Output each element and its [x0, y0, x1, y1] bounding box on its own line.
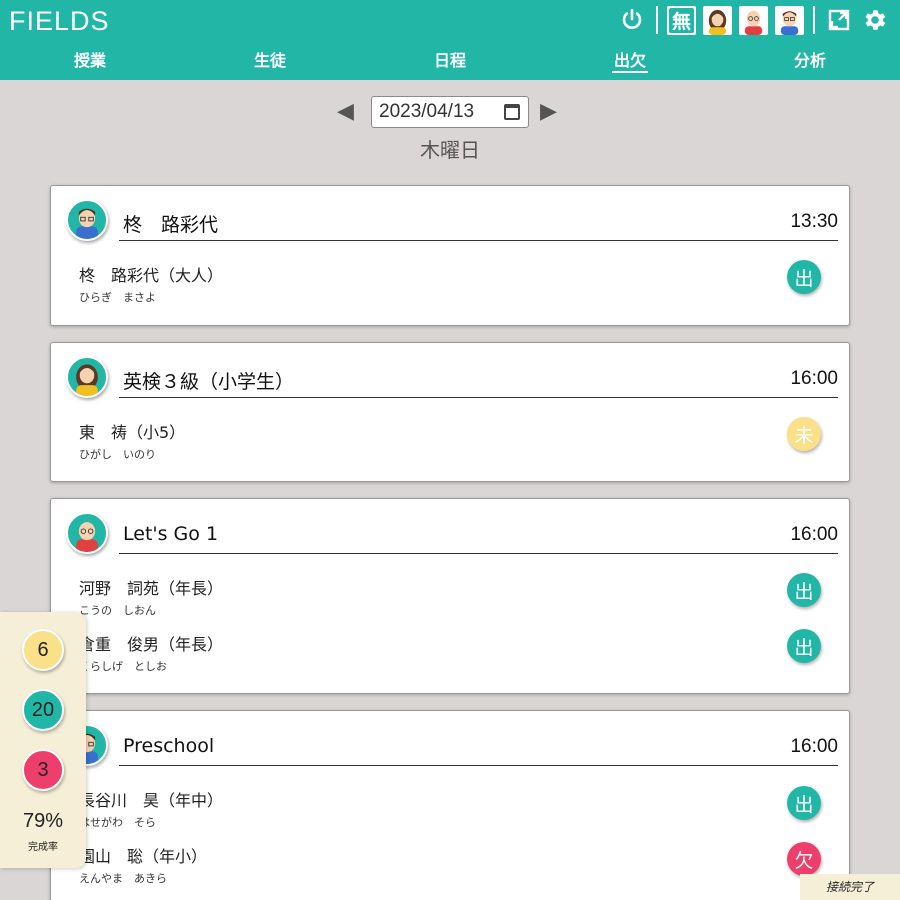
next-day-button[interactable]: ▶ — [540, 96, 557, 128]
absent-count-badge[interactable]: 3 — [22, 749, 64, 791]
calendar-icon[interactable] — [504, 104, 520, 120]
lesson-time: 13:30 — [790, 211, 838, 232]
student-kana: くらしげ としお — [79, 660, 167, 673]
lesson-time: 16:00 — [790, 368, 838, 389]
tab-attendance[interactable]: 出欠 — [590, 47, 670, 73]
student-row[interactable]: 園山 聡（年小） えんやま あきら — [79, 843, 579, 885]
student-row[interactable]: 東 祷（小5） ひがし いのり — [79, 419, 579, 461]
gear-icon[interactable] — [860, 5, 890, 35]
student-kana: ひらぎ まさよ — [79, 291, 156, 304]
student-name: 東 祷（小5） — [79, 423, 186, 442]
student-row[interactable]: 長谷川 昊（年中） はせがわ そら — [79, 787, 579, 829]
student-name: 園山 聡（年小） — [79, 847, 208, 866]
lesson-header: Let's Go 1 16:00 — [119, 520, 838, 554]
student-kana: ひがし いのり — [79, 448, 156, 461]
power-icon[interactable] — [617, 5, 647, 35]
student-kana: はせがわ そら — [79, 816, 156, 829]
student-name: 河野 詞苑（年長） — [79, 579, 224, 598]
student-name: 長谷川 昊（年中） — [79, 791, 224, 810]
weekday-label: 木曜日 — [420, 138, 480, 162]
attendance-present-button[interactable]: 出 — [787, 629, 821, 663]
tab-students[interactable]: 生徒 — [230, 47, 310, 71]
teacher-man-glasses-icon[interactable] — [775, 5, 804, 35]
teacher-woman-icon[interactable] — [703, 5, 732, 35]
lesson-header: Preschool 16:00 — [119, 732, 838, 766]
attendance-present-button[interactable]: 出 — [787, 786, 821, 820]
header-divider — [656, 6, 658, 34]
main-nav: 授業 生徒 日程 出欠 分析 — [0, 47, 900, 77]
lesson-card[interactable]: Let's Go 1 16:00 河野 詞苑（年長） こうの しおん 出 倉重 … — [50, 498, 850, 694]
lesson-card[interactable]: Preschool 16:00 長谷川 昊（年中） はせがわ そら 出 園山 聡… — [50, 710, 850, 900]
student-name: 倉重 俊男（年長） — [79, 635, 224, 654]
free-lesson-label: 無 — [669, 7, 694, 33]
prev-day-button[interactable]: ◀ — [337, 96, 354, 128]
attendance-absent-button[interactable]: 欠 — [787, 842, 821, 876]
attendance-summary-panel: 6 20 3 79% 完成率 — [0, 612, 86, 868]
fullscreen-icon[interactable] — [824, 5, 854, 35]
lesson-card[interactable]: 英検３級（小学生） 16:00 東 祷（小5） ひがし いのり 未 — [50, 342, 850, 482]
lesson-time: 16:00 — [790, 524, 838, 545]
teacher-woman-icon — [66, 356, 108, 398]
completion-rate: 79% — [22, 810, 64, 832]
student-kana: こうの しおん — [79, 604, 156, 617]
top-bar: FIELDS 無 授業 生徒 日程 出欠 分析 — [0, 0, 900, 80]
date-input[interactable]: 2023/04/13 — [371, 96, 529, 128]
teacher-bald-man-icon[interactable] — [739, 5, 768, 35]
lesson-card[interactable]: 柊 路彩代 13:30 柊 路彩代（大人） ひらぎ まさよ 出 — [50, 185, 850, 326]
student-row[interactable]: 柊 路彩代（大人） ひらぎ まさよ — [79, 262, 579, 304]
tab-lessons[interactable]: 授業 — [50, 47, 130, 71]
student-row[interactable]: 倉重 俊男（年長） くらしげ としお — [79, 631, 579, 673]
student-name: 柊 路彩代（大人） — [79, 266, 224, 285]
lesson-title: Let's Go 1 — [123, 523, 219, 545]
pending-count-badge[interactable]: 6 — [22, 629, 64, 671]
student-row[interactable]: 河野 詞苑（年長） こうの しおん — [79, 575, 579, 617]
attendance-present-button[interactable]: 出 — [787, 573, 821, 607]
connection-status: 接続完了 — [800, 874, 900, 900]
lesson-title: Preschool — [123, 735, 215, 757]
completion-rate-label: 完成率 — [28, 842, 58, 853]
header-icons: 無 — [617, 5, 890, 35]
attendance-pending-button[interactable]: 未 — [787, 417, 821, 451]
lesson-time: 16:00 — [790, 736, 838, 757]
attendance-present-button[interactable]: 出 — [787, 260, 821, 294]
date-selector: ◀ 2023/04/13 ▶ — [0, 96, 900, 128]
teacher-bald-man-icon — [66, 512, 108, 554]
date-value: 2023/04/13 — [379, 101, 475, 122]
lesson-title: 柊 路彩代 — [123, 214, 219, 236]
student-kana: えんやま あきら — [79, 872, 167, 885]
teacher-man-glasses-icon — [66, 199, 108, 241]
header-divider — [813, 6, 815, 34]
free-lesson-button[interactable]: 無 — [667, 5, 696, 35]
lesson-header: 英検３級（小学生） 16:00 — [119, 364, 838, 398]
tab-analysis[interactable]: 分析 — [770, 47, 850, 71]
lesson-header: 柊 路彩代 13:30 — [119, 207, 838, 241]
tab-schedule[interactable]: 日程 — [410, 47, 490, 71]
lesson-title: 英検３級（小学生） — [123, 371, 295, 393]
app-logo: FIELDS — [9, 6, 110, 36]
present-count-badge[interactable]: 20 — [22, 689, 64, 731]
